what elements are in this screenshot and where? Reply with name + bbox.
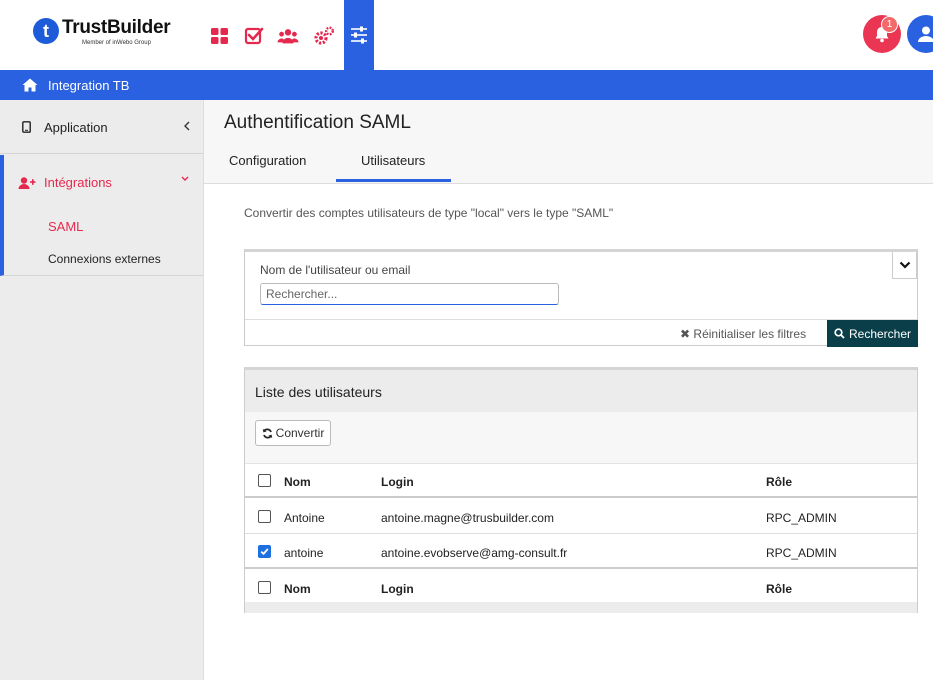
users-list-footer — [245, 602, 917, 613]
grid-icon[interactable] — [209, 25, 231, 47]
select-all-checkbox-footer[interactable] — [258, 581, 271, 594]
tablet-icon — [22, 121, 31, 133]
trustbuilder-logo[interactable]: t TrustBuilder Member of inWebo Group — [33, 17, 171, 46]
top-bar: t TrustBuilder Member of inWebo Group 1 — [0, 0, 933, 70]
tab-users[interactable]: Utilisateurs — [361, 153, 425, 168]
column-footer-name: Nom — [284, 582, 311, 596]
sidebar-item-label: Application — [44, 120, 108, 135]
notification-count-badge: 1 — [881, 16, 898, 33]
page-title: Authentification SAML — [224, 112, 411, 133]
filter-collapse-button[interactable] — [892, 252, 917, 279]
column-footer-role: Rôle — [766, 582, 793, 596]
user-menu-button[interactable] — [907, 15, 933, 53]
table-header-row: Nom Login Rôle — [245, 464, 917, 498]
users-list-panel: Liste des utilisateurs Convertir Nom Log… — [244, 367, 918, 613]
cogs-icon[interactable] — [313, 25, 335, 47]
sidebar-item-integrations[interactable]: Intégrations SAML Connexions externes — [0, 155, 203, 276]
logo-mark-icon: t — [33, 18, 59, 44]
convert-button[interactable]: Convertir — [255, 420, 331, 446]
user-role: RPC_ADMIN — [766, 546, 837, 560]
active-tab-indicator — [336, 179, 451, 182]
reset-filters-label: Réinitialiser les filtres — [693, 327, 807, 341]
divider — [245, 319, 917, 320]
sidebar-subitem-saml[interactable]: SAML — [48, 219, 83, 234]
nav-tab-settings[interactable] — [344, 0, 374, 70]
users-list-toolbar: Convertir — [245, 412, 917, 464]
chevron-down-icon — [181, 176, 189, 181]
sidebar-item-application[interactable]: Application — [0, 100, 203, 154]
sliders-icon — [351, 26, 367, 44]
user-login: antoine.evobserve@amg-consult.fr — [381, 546, 568, 560]
search-input[interactable] — [260, 283, 559, 305]
tab-configuration[interactable]: Configuration — [229, 153, 306, 168]
users-icon[interactable] — [277, 25, 299, 47]
logo-tagline: Member of inWebo Group — [82, 40, 151, 46]
user-login: antoine.magne@trusbuilder.com — [381, 511, 554, 525]
user-name: antoine — [284, 546, 324, 560]
table-footer-row: Nom Login Rôle — [245, 571, 917, 605]
search-button[interactable]: Rechercher — [827, 320, 918, 347]
home-icon[interactable] — [22, 78, 38, 92]
users-list-header: Liste des utilisateurs — [245, 370, 917, 412]
page-description: Convertir des comptes utilisateurs de ty… — [244, 206, 614, 220]
close-icon: ✖ — [680, 327, 691, 341]
filter-label: Nom de l'utilisateur ou email — [260, 263, 411, 277]
page-header: Authentification SAML Configuration Util… — [204, 100, 933, 184]
sidebar-subitem-external-connections[interactable]: Connexions externes — [48, 252, 161, 266]
user-role: RPC_ADMIN — [766, 511, 837, 525]
search-button-label: Rechercher — [848, 326, 912, 341]
table-row[interactable]: Antoine antoine.magne@trusbuilder.com RP… — [245, 500, 917, 534]
filter-panel: Nom de l'utilisateur ou email ✖ Réinitia… — [244, 249, 918, 347]
sidebar: Application Intégrations SAML Connexions… — [0, 100, 204, 680]
search-icon — [834, 328, 845, 339]
logo-name: TrustBuilder — [62, 17, 171, 38]
refresh-icon — [262, 427, 272, 439]
column-header-name: Nom — [284, 475, 311, 489]
convert-button-label: Convertir — [275, 426, 325, 440]
select-all-checkbox[interactable] — [258, 474, 271, 487]
check-icon — [260, 548, 269, 556]
reset-filters-button[interactable]: ✖ Réinitialiser les filtres — [680, 327, 806, 341]
column-header-login: Login — [381, 475, 414, 489]
chevron-down-icon — [899, 261, 911, 269]
context-title: Integration TB — [48, 78, 130, 93]
user-icon — [918, 26, 933, 42]
users-list-title: Liste des utilisateurs — [255, 384, 382, 400]
column-footer-login: Login — [381, 582, 414, 596]
context-bar: Integration TB — [0, 70, 933, 100]
user-plus-icon — [18, 177, 36, 189]
row-checkbox[interactable] — [258, 545, 271, 558]
checkbox-icon[interactable] — [243, 25, 265, 47]
chevron-left-icon — [184, 121, 190, 131]
column-header-role: Rôle — [766, 475, 793, 489]
user-name: Antoine — [284, 511, 325, 525]
table-row[interactable]: antoine antoine.evobserve@amg-consult.fr… — [245, 535, 917, 569]
row-checkbox[interactable] — [258, 510, 271, 523]
sidebar-item-label: Intégrations — [44, 175, 112, 190]
